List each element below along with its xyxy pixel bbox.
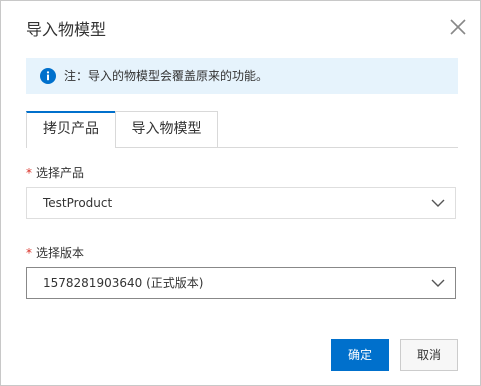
dialog-title: 导入物模型 [26, 20, 107, 39]
notice-text: 注：导入的物模型会覆盖原来的功能。 [64, 69, 269, 83]
version-field-label: * 选择版本 [26, 245, 84, 261]
tab-bar: 拷贝产品 导入物模型 [26, 111, 458, 148]
cancel-button[interactable]: 取消 [400, 339, 458, 371]
close-icon [450, 19, 466, 35]
chevron-down-icon [431, 279, 445, 287]
chevron-down-icon [431, 199, 445, 207]
version-label-text: 选择版本 [36, 246, 85, 260]
tab-copy-product[interactable]: 拷贝产品 [26, 111, 116, 148]
product-select-value: TestProduct [43, 196, 113, 210]
product-label-text: 选择产品 [36, 166, 85, 180]
close-button[interactable] [447, 16, 469, 38]
required-mark: * [26, 246, 32, 260]
version-select[interactable]: 1578281903640 (正式版本) [26, 267, 456, 299]
product-field-label: * 选择产品 [26, 165, 84, 181]
required-mark: * [26, 166, 32, 180]
version-select-value: 1578281903640 (正式版本) [43, 276, 204, 290]
info-icon [40, 68, 56, 84]
tab-import-model[interactable]: 导入物模型 [115, 111, 218, 147]
product-select[interactable]: TestProduct [26, 187, 456, 219]
import-model-dialog: 导入物模型 注：导入的物模型会覆盖原来的功能。 拷贝产品 导入物模型 * 选择产品… [0, 0, 481, 386]
confirm-button[interactable]: 确定 [331, 339, 389, 371]
notice-banner: 注：导入的物模型会覆盖原来的功能。 [26, 58, 458, 94]
